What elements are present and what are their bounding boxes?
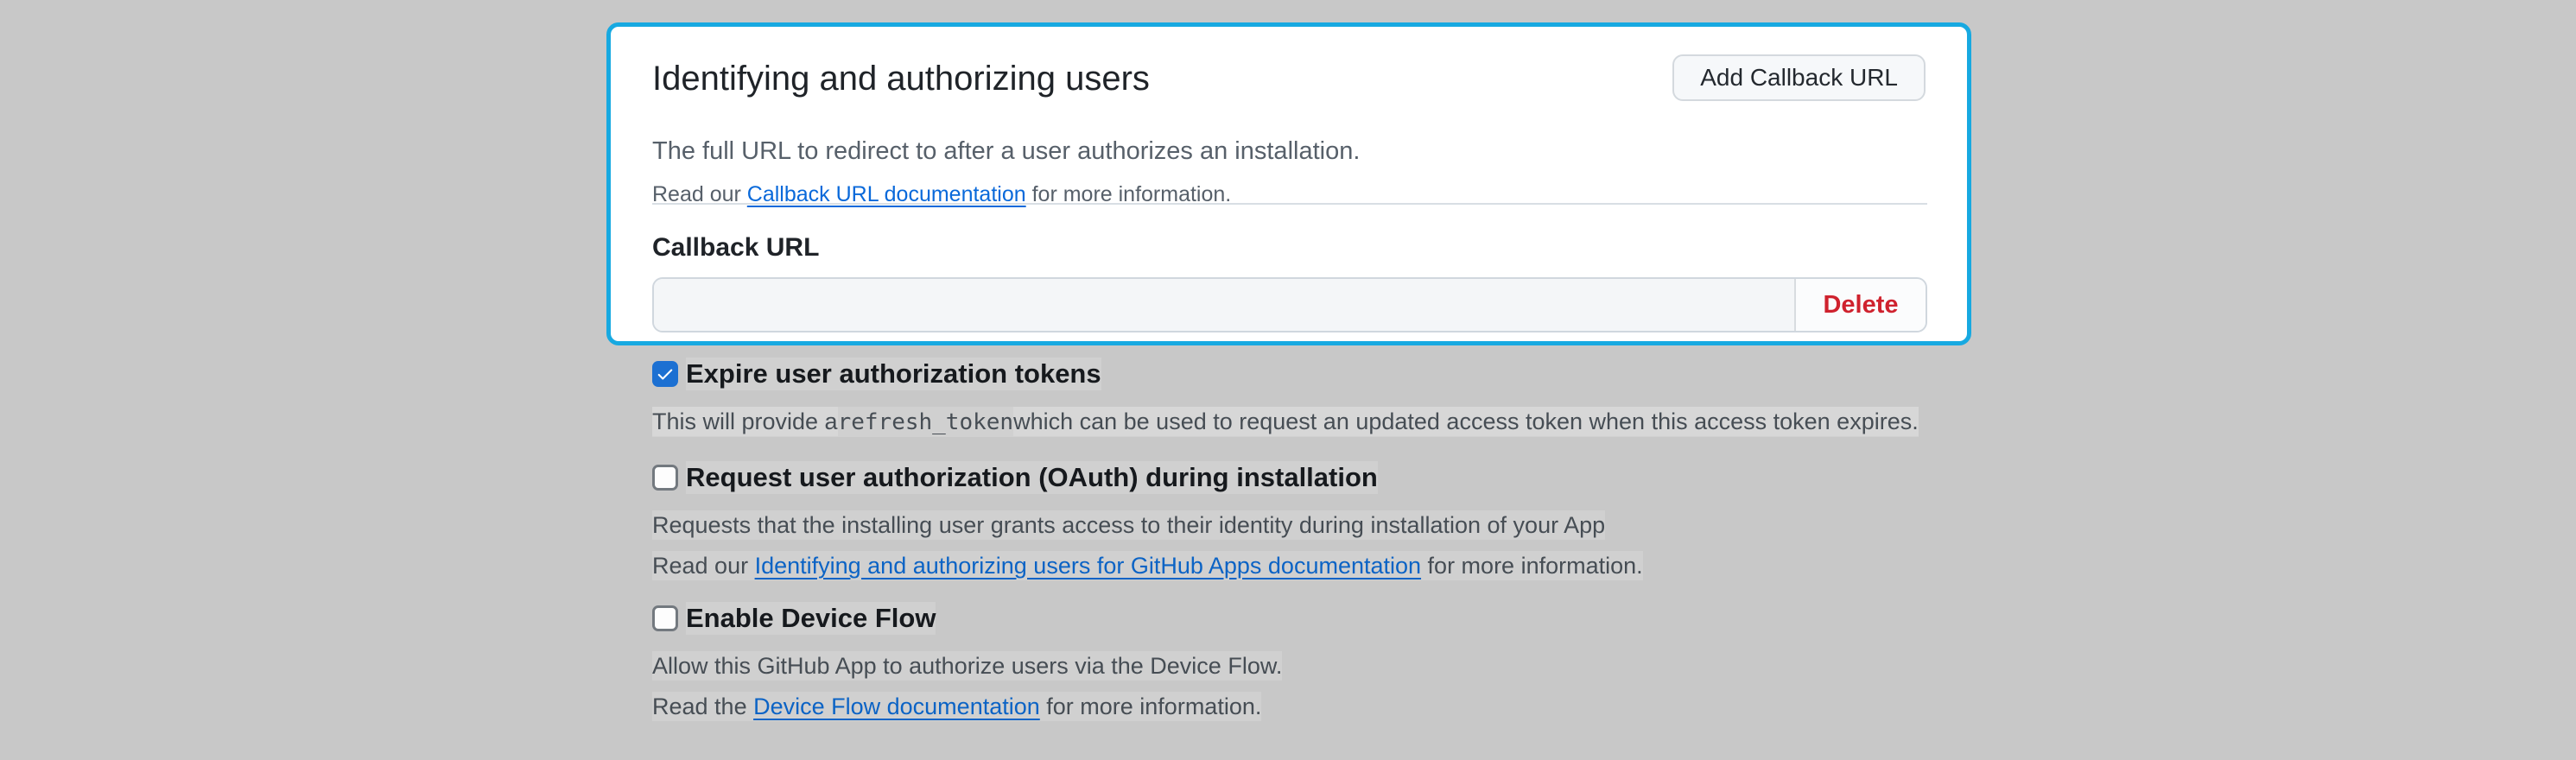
expire-tokens-checkbox[interactable] <box>652 361 678 387</box>
identifying-authorizing-users-documentation-link[interactable]: Identifying and authorizing users for Gi… <box>755 553 1421 579</box>
note-prefix: Read our <box>652 553 755 579</box>
request-oauth-checkbox[interactable] <box>652 465 678 491</box>
device-flow-note: Read the Device Flow documentation for m… <box>652 692 1261 721</box>
option-device-flow-section: Enable Device Flow Allow this GitHub App… <box>652 602 2207 721</box>
add-callback-url-button[interactable]: Add Callback URL <box>1672 54 1926 101</box>
callback-url-input-group: Delete <box>652 277 1927 332</box>
identifying-authorizing-users-card: Identifying and authorizing users Add Ca… <box>606 22 1971 345</box>
note-suffix: for more information. <box>1040 694 1262 719</box>
expire-tokens-label[interactable]: Expire user authorization tokens <box>686 358 1101 390</box>
note-prefix: Read the <box>652 694 753 719</box>
option-expire-tokens-section: Expire user authorization tokens This wi… <box>652 358 2207 437</box>
section-title: Identifying and authorizing users <box>652 58 1150 99</box>
desc-prefix: This will provide a <box>652 407 838 436</box>
request-oauth-description: Requests that the installing user grants… <box>652 510 2207 540</box>
device-flow-documentation-link[interactable]: Device Flow documentation <box>753 694 1040 719</box>
divider <box>652 203 1927 205</box>
device-flow-label[interactable]: Enable Device Flow <box>686 602 936 635</box>
callback-url-description: The full URL to redirect to after a user… <box>652 136 1360 167</box>
device-flow-description: Allow this GitHub App to authorize users… <box>652 651 2207 681</box>
desc-suffix: which can be used to request an updated … <box>1013 407 1919 436</box>
check-icon <box>656 364 675 383</box>
expire-tokens-description: This will provide a refresh_token which … <box>652 407 2207 437</box>
refresh-token-code: refresh_token <box>838 409 1014 435</box>
request-oauth-label[interactable]: Request user authorization (OAuth) durin… <box>686 461 1378 494</box>
request-oauth-note: Read our Identifying and authorizing use… <box>652 551 1643 580</box>
page-background: Identifying and authorizing users Add Ca… <box>0 0 2576 760</box>
delete-callback-url-button[interactable]: Delete <box>1794 279 1926 331</box>
option-request-oauth-section: Request user authorization (OAuth) durin… <box>652 461 2207 580</box>
note-suffix: for more information. <box>1421 553 1643 579</box>
callback-url-field-label: Callback URL <box>652 232 819 263</box>
callback-url-input[interactable] <box>654 279 1794 331</box>
device-flow-checkbox[interactable] <box>652 605 678 631</box>
